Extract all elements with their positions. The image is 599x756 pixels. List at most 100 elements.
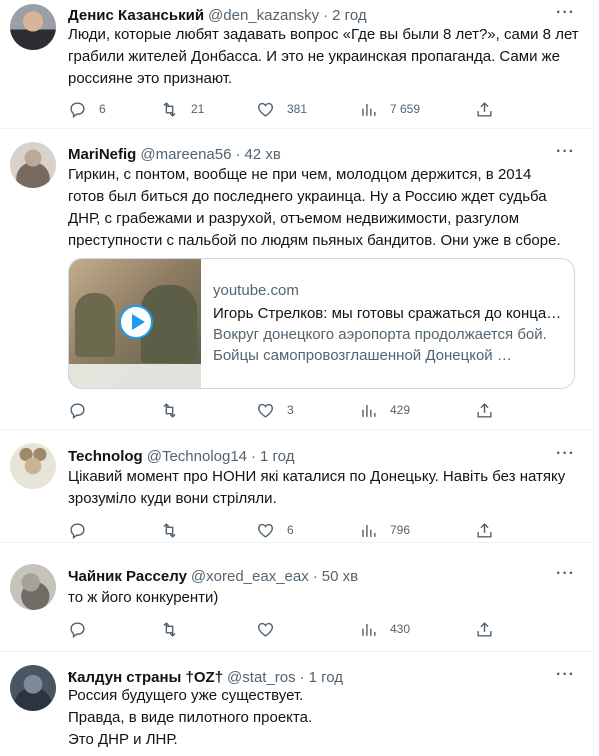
user-handle[interactable]: @xored_eax_eax — [191, 568, 309, 585]
tweet-text-line: Гиркин, с понтом, вообще не при чем, мол… — [68, 166, 532, 183]
timestamp[interactable]: 1 год — [309, 669, 343, 686]
share-icon — [477, 522, 492, 538]
reply-button[interactable] — [68, 520, 87, 540]
tweet-header: Денис Казанський @den_kazansky · 2 год — [68, 5, 367, 25]
views-button[interactable]: 429 — [359, 400, 410, 420]
timestamp[interactable]: 42 хв — [244, 146, 280, 163]
reply-button[interactable] — [68, 400, 87, 420]
card-title[interactable]: Игорь Стрелков: мы готовы сражаться до к… — [213, 304, 568, 324]
share-button[interactable] — [475, 99, 494, 119]
avatar[interactable] — [10, 665, 56, 711]
like-button[interactable] — [256, 619, 275, 639]
avatar[interactable] — [10, 4, 56, 50]
user-name[interactable]: Денис Казанський — [68, 7, 204, 24]
tweet-text-line: зрозуміло куди вони стріляли. — [68, 490, 277, 507]
retweet-button[interactable] — [160, 520, 179, 540]
more-options-icon[interactable]: ··· — [556, 666, 575, 684]
retweet-button[interactable] — [160, 400, 179, 420]
like-button[interactable]: 6 — [256, 520, 294, 540]
tweet[interactable]: Чайник Расселу @xored_eax_eax · 50 хв ··… — [0, 544, 593, 652]
retweet-count: 21 — [191, 102, 205, 116]
tweet-text-line: готов был биться до последнего украинца.… — [68, 188, 547, 205]
tweet-text-line: Это ДНР и ЛНР. — [68, 731, 178, 748]
link-preview-card[interactable]: youtube.com Игорь Стрелков: мы готовы ср… — [68, 258, 575, 389]
heart-icon — [257, 403, 274, 418]
video-thumbnail[interactable] — [69, 259, 201, 388]
views-count: 7 659 — [390, 102, 421, 116]
like-button[interactable]: 381 — [256, 99, 307, 119]
action-bar: 6 21 381 7 659 — [68, 99, 498, 119]
tweet-text-line: россияне это признают. — [68, 70, 233, 87]
tweet-header: Чайник Расселу @xored_eax_eax · 50 хв — [68, 566, 358, 586]
timestamp[interactable]: 1 год — [260, 448, 294, 465]
views-button[interactable]: 430 — [359, 619, 410, 639]
user-handle[interactable]: @mareena56 — [140, 146, 231, 163]
retweet-button[interactable] — [160, 619, 179, 639]
views-button[interactable]: 796 — [359, 520, 410, 540]
views-icon — [362, 524, 376, 537]
share-button[interactable] — [475, 619, 494, 639]
views-icon — [362, 404, 376, 417]
like-button[interactable]: 3 — [256, 400, 294, 420]
reply-icon — [70, 522, 85, 539]
separator-dot: · — [251, 447, 257, 465]
user-handle[interactable]: @stat_ros — [227, 669, 296, 686]
tweet-text: Гиркин, с понтом, вообще не при чем, мол… — [68, 164, 578, 252]
tweet-text-line: Правда, в виде пилотного проекта. — [68, 709, 313, 726]
more-options-icon[interactable]: ··· — [556, 143, 575, 161]
user-handle[interactable]: @Technolog14 — [147, 448, 247, 465]
tweet-text: то ж його конкуренти) — [68, 587, 578, 609]
tweet-text-line: то ж його конкуренти) — [68, 589, 219, 606]
play-icon[interactable] — [119, 305, 153, 339]
tweet-text: Россия будущего уже существует. Правда, … — [68, 685, 578, 751]
user-name[interactable]: Ҟалдун страны †ΟZ† — [68, 669, 223, 686]
retweet-icon — [163, 101, 176, 117]
share-button[interactable] — [475, 400, 494, 420]
avatar[interactable] — [10, 142, 56, 188]
views-count: 429 — [390, 403, 411, 417]
like-count: 6 — [287, 523, 294, 537]
tweet-text-line: Цікавий момент про НОНИ які каталися по … — [68, 468, 566, 485]
tweet-text-line: преступности с пальбой по людям пьяных б… — [68, 232, 561, 249]
tweet[interactable]: Technolog @Technolog14 · 1 год ··· Цікав… — [0, 431, 593, 543]
user-handle[interactable]: @den_kazansky — [208, 7, 319, 24]
retweet-button[interactable]: 21 — [160, 99, 204, 119]
tweet-text-line: Россия будущего уже существует. — [68, 687, 304, 704]
share-icon — [477, 402, 492, 418]
share-icon — [477, 621, 492, 637]
timeline-right-border — [593, 0, 599, 756]
user-name[interactable]: Чайник Расселу — [68, 568, 187, 585]
reply-button[interactable] — [68, 619, 87, 639]
reply-icon — [70, 101, 85, 118]
retweet-icon — [163, 621, 176, 637]
avatar[interactable] — [10, 564, 56, 610]
tweet[interactable]: Денис Казанський @den_kazansky · 2 год ·… — [0, 0, 593, 129]
tweet[interactable]: Ҟалдун страны †ΟZ† @stat_ros · 1 год ···… — [0, 653, 593, 756]
tweet-header: MariNefig @mareena56 · 42 хв — [68, 144, 281, 164]
share-icon — [477, 101, 492, 117]
user-name[interactable]: Technolog — [68, 448, 143, 465]
views-count: 430 — [390, 622, 411, 636]
like-count: 381 — [287, 102, 308, 116]
action-bar: 6 796 — [68, 520, 498, 540]
views-button[interactable]: 7 659 — [359, 99, 420, 119]
tweet-text: Цікавий момент про НОНИ які каталися по … — [68, 466, 578, 510]
separator-dot: · — [312, 567, 318, 585]
timestamp[interactable]: 50 хв — [322, 568, 358, 585]
avatar[interactable] — [10, 443, 56, 489]
tweet[interactable]: MariNefig @mareena56 · 42 хв ··· Гиркин,… — [0, 130, 593, 430]
timestamp[interactable]: 2 год — [332, 7, 366, 24]
more-options-icon[interactable]: ··· — [556, 565, 575, 583]
user-name[interactable]: MariNefig — [68, 146, 136, 163]
heart-icon — [257, 622, 274, 637]
reply-count: 6 — [99, 102, 106, 116]
reply-button[interactable]: 6 — [68, 99, 106, 119]
more-options-icon[interactable]: ··· — [556, 445, 575, 463]
more-options-icon[interactable]: ··· — [556, 4, 575, 22]
reply-icon — [70, 621, 85, 638]
separator-dot: · — [323, 6, 329, 24]
tweet-text: Люди, которые любят задавать вопрос «Где… — [68, 24, 579, 90]
action-bar: 430 — [68, 619, 498, 639]
card-description: Вокруг донецкого аэропорта продолжается … — [213, 326, 547, 343]
share-button[interactable] — [475, 520, 494, 540]
